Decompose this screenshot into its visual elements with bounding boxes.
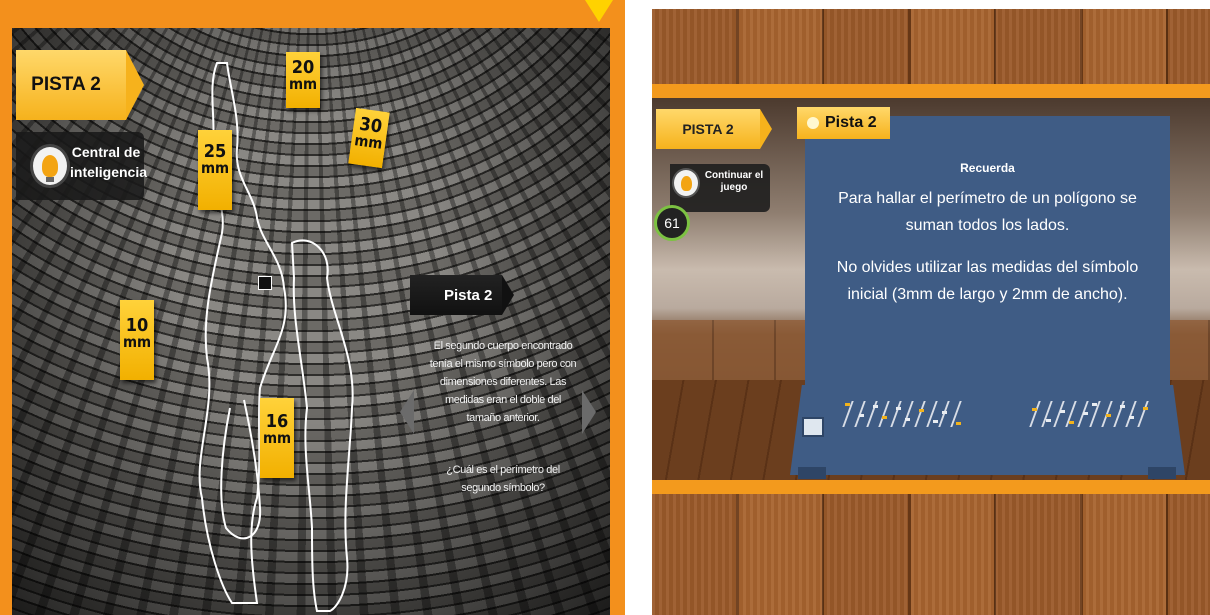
continue-game-button[interactable]: Continuar el juego [670,164,770,212]
marker-unit: mm [122,333,152,351]
marker-unit: mm [288,75,318,93]
lightbulb-icon [30,144,70,188]
marker-number: 10 [125,315,149,336]
console-screen-icon [802,417,824,437]
slider-knob [859,414,864,417]
pista-tab-label: PISTA 2 [31,74,101,95]
continue-label: Continuar el juego [704,170,764,193]
slider-knob [1032,408,1037,411]
clue-title-arrow [502,275,514,315]
menu-toggle-icon[interactable] [585,0,613,22]
clue-question: ¿Cuál es el perímetro del segundo símbol… [446,464,560,494]
pista-tab-arrow [126,50,144,120]
console-foot-right [1148,467,1176,479]
evidence-marker-20[interactable]: 20 mm [286,52,320,108]
pista-tab-label: PISTA 2 [682,121,734,137]
slider-knob [873,405,878,408]
slider-knob [919,409,924,412]
countdown-timer: 61 [654,205,690,241]
slider-knob [896,407,901,410]
slider-knob [1060,410,1065,413]
slider-knob [956,422,961,425]
central-label-line2: inteligencia [70,164,148,180]
slider-knob [1083,412,1088,415]
marker-unit: mm [262,429,292,447]
slider-knob [845,403,850,406]
clue-title-text: Pista 2 [444,286,493,304]
slider-knob [1069,421,1074,424]
crime-scene-panel: PISTA 2 Central de inteligencia 20 mm 30 m… [0,0,625,615]
central-label-line1: Central de [71,144,141,160]
shelf-bottom [652,480,1210,494]
pista-tab: PISTA 2 [16,50,126,120]
marker-unit: mm [200,159,230,177]
slider-knob [1129,416,1134,419]
lightbulb-dot-icon [807,117,819,129]
marker-number: 16 [265,411,289,432]
central-inteligencia-button[interactable]: Central de inteligencia [16,132,147,200]
central-label: Central de inteligencia [70,142,147,182]
timer-value: 61 [664,215,680,231]
hint-text-2: No olvides utilizar las medidas del símb… [836,259,1139,303]
hint-board-tab-label: Pista 2 [825,114,877,131]
slider-knob [905,418,910,421]
console-foot-left [798,467,826,479]
clue-title: Pista 2 [410,275,502,315]
shelf-top [652,84,1210,98]
slider-knob [1046,419,1051,422]
selection-cursor-icon [258,276,272,290]
marker-unit: mm [353,131,384,153]
next-arrow-icon[interactable] [582,390,596,434]
pista-tab: PISTA 2 [656,109,760,149]
slider-knob [1120,405,1125,408]
evidence-marker-25[interactable]: 25 mm [198,130,232,210]
slider-knob [942,411,947,414]
slider-knob [1092,403,1097,406]
slider-knob [882,416,887,419]
slider-knob [1143,407,1148,410]
hint-text-1: Para hallar el perímetro de un polígono … [838,190,1137,234]
marker-number: 25 [203,141,227,162]
slider-knob [933,420,938,423]
pista-tab-arrow [760,109,772,149]
mixing-console [790,385,1185,475]
hint-title: Recuerda [960,161,1015,175]
lightbulb-icon [672,168,700,198]
slider-knob [1106,414,1111,417]
clue-description: El segundo cuerpo encontrado tenía el mi… [429,340,577,424]
hint-panel: PISTA 2 Continuar el juego 61 Pista 2 Re… [652,9,1210,615]
marker-number: 20 [291,57,315,78]
evidence-marker-16[interactable]: 16 mm [260,398,294,478]
prev-arrow-icon[interactable] [400,390,414,434]
evidence-marker-10[interactable]: 10 mm [120,300,154,380]
